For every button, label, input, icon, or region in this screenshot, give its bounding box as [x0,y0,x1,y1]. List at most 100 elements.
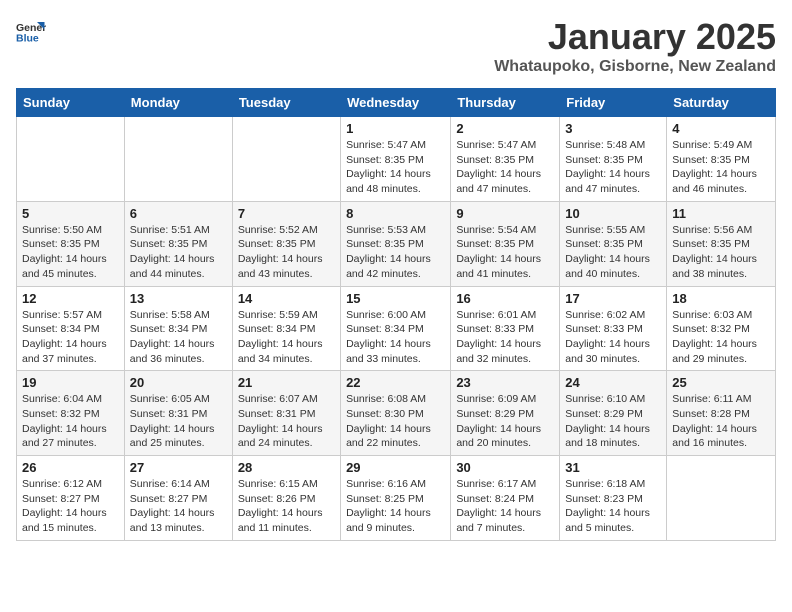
day-cell: 4 Sunrise: 5:49 AM Sunset: 8:35 PM Daylig… [667,117,776,202]
day-cell: 25 Sunrise: 6:11 AM Sunset: 8:28 PM Dayli… [667,371,776,456]
day-info: Sunrise: 6:10 AM Sunset: 8:29 PM Dayligh… [565,392,661,451]
day-number: 18 [672,291,770,306]
day-number: 12 [22,291,119,306]
day-cell: 3 Sunrise: 5:48 AM Sunset: 8:35 PM Daylig… [560,117,667,202]
weekday-header-row: SundayMondayTuesdayWednesdayThursdayFrid… [17,89,776,117]
weekday-header-saturday: Saturday [667,89,776,117]
day-cell: 8 Sunrise: 5:53 AM Sunset: 8:35 PM Daylig… [341,201,451,286]
day-info: Sunrise: 5:47 AM Sunset: 8:35 PM Dayligh… [346,138,445,197]
day-cell: 29 Sunrise: 6:16 AM Sunset: 8:25 PM Dayli… [341,456,451,541]
day-info: Sunrise: 6:03 AM Sunset: 8:32 PM Dayligh… [672,308,770,367]
day-cell: 28Sunrise: 6:15 AM Sunset: 8:26 PM Dayli… [232,456,340,541]
day-info: Sunrise: 6:09 AM Sunset: 8:29 PM Dayligh… [456,392,554,451]
day-info: Sunrise: 5:58 AM Sunset: 8:34 PM Dayligh… [130,308,227,367]
day-number: 23 [456,375,554,390]
day-cell: 20 Sunrise: 6:05 AM Sunset: 8:31 PM Dayli… [124,371,232,456]
day-cell: 14Sunrise: 5:59 AM Sunset: 8:34 PM Dayli… [232,286,340,371]
week-row-4: 19Sunrise: 6:04 AM Sunset: 8:32 PM Dayli… [17,371,776,456]
day-info: Sunrise: 6:12 AM Sunset: 8:27 PM Dayligh… [22,477,119,536]
svg-text:Blue: Blue [16,33,39,45]
day-info: Sunrise: 5:59 AM Sunset: 8:34 PM Dayligh… [238,308,335,367]
day-cell [232,117,340,202]
day-cell: 27Sunrise: 6:14 AM Sunset: 8:27 PM Dayli… [124,456,232,541]
day-info: Sunrise: 6:01 AM Sunset: 8:33 PM Dayligh… [456,308,554,367]
day-info: Sunrise: 6:05 AM Sunset: 8:31 PM Dayligh… [130,392,227,451]
day-number: 6 [130,206,227,221]
day-info: Sunrise: 6:00 AM Sunset: 8:34 PM Dayligh… [346,308,445,367]
day-number: 30 [456,460,554,475]
day-number: 22 [346,375,445,390]
day-cell: 24 Sunrise: 6:10 AM Sunset: 8:29 PM Dayli… [560,371,667,456]
day-number: 29 [346,460,445,475]
day-number: 8 [346,206,445,221]
day-info: Sunrise: 5:57 AM Sunset: 8:34 PM Dayligh… [22,308,119,367]
day-number: 11 [672,206,770,221]
day-info: Sunrise: 5:54 AM Sunset: 8:35 PM Dayligh… [456,223,554,282]
day-cell: 31Sunrise: 6:18 AM Sunset: 8:23 PM Dayli… [560,456,667,541]
location-title: Whataupoko, Gisborne, New Zealand [494,58,776,76]
weekday-header-thursday: Thursday [451,89,560,117]
day-number: 31 [565,460,661,475]
day-number: 7 [238,206,335,221]
day-info: Sunrise: 6:16 AM Sunset: 8:25 PM Dayligh… [346,477,445,536]
day-info: Sunrise: 5:53 AM Sunset: 8:35 PM Dayligh… [346,223,445,282]
day-number: 27 [130,460,227,475]
day-number: 25 [672,375,770,390]
day-cell: 12 Sunrise: 5:57 AM Sunset: 8:34 PM Dayli… [17,286,125,371]
day-number: 17 [565,291,661,306]
month-title: January 2025 [494,16,776,58]
day-info: Sunrise: 6:11 AM Sunset: 8:28 PM Dayligh… [672,392,770,451]
day-cell: 7Sunrise: 5:52 AM Sunset: 8:35 PM Daylig… [232,201,340,286]
day-number: 3 [565,121,661,136]
day-number: 20 [130,375,227,390]
weekday-header-sunday: Sunday [17,89,125,117]
week-row-2: 5 Sunrise: 5:50 AM Sunset: 8:35 PM Daylig… [17,201,776,286]
day-cell [667,456,776,541]
day-number: 9 [456,206,554,221]
day-number: 2 [456,121,554,136]
day-cell: 21 Sunrise: 6:07 AM Sunset: 8:31 PM Dayli… [232,371,340,456]
day-number: 21 [238,375,335,390]
day-info: Sunrise: 5:50 AM Sunset: 8:35 PM Dayligh… [22,223,119,282]
day-cell: 23 Sunrise: 6:09 AM Sunset: 8:29 PM Dayli… [451,371,560,456]
week-row-5: 26 Sunrise: 6:12 AM Sunset: 8:27 PM Dayli… [17,456,776,541]
day-info: Sunrise: 6:07 AM Sunset: 8:31 PM Dayligh… [238,392,335,451]
logo: General Blue [16,16,46,46]
day-info: Sunrise: 5:47 AM Sunset: 8:35 PM Dayligh… [456,138,554,197]
day-cell: 30Sunrise: 6:17 AM Sunset: 8:24 PM Dayli… [451,456,560,541]
day-number: 26 [22,460,119,475]
day-cell: 6 Sunrise: 5:51 AM Sunset: 8:35 PM Daylig… [124,201,232,286]
weekday-header-friday: Friday [560,89,667,117]
day-cell [124,117,232,202]
day-cell: 13Sunrise: 5:58 AM Sunset: 8:34 PM Dayli… [124,286,232,371]
week-row-3: 12 Sunrise: 5:57 AM Sunset: 8:34 PM Dayli… [17,286,776,371]
day-number: 1 [346,121,445,136]
day-cell: 2 Sunrise: 5:47 AM Sunset: 8:35 PM Daylig… [451,117,560,202]
day-cell: 11 Sunrise: 5:56 AM Sunset: 8:35 PM Dayli… [667,201,776,286]
day-info: Sunrise: 6:04 AM Sunset: 8:32 PM Dayligh… [22,392,119,451]
day-info: Sunrise: 6:08 AM Sunset: 8:30 PM Dayligh… [346,392,445,451]
day-info: Sunrise: 6:15 AM Sunset: 8:26 PM Dayligh… [238,477,335,536]
title-block: January 2025 Whataupoko, Gisborne, New Z… [494,16,776,76]
day-info: Sunrise: 5:55 AM Sunset: 8:35 PM Dayligh… [565,223,661,282]
day-number: 16 [456,291,554,306]
day-number: 5 [22,206,119,221]
day-info: Sunrise: 5:48 AM Sunset: 8:35 PM Dayligh… [565,138,661,197]
day-cell: 10Sunrise: 5:55 AM Sunset: 8:35 PM Dayli… [560,201,667,286]
weekday-header-monday: Monday [124,89,232,117]
day-cell: 16 Sunrise: 6:01 AM Sunset: 8:33 PM Dayli… [451,286,560,371]
day-cell: 17Sunrise: 6:02 AM Sunset: 8:33 PM Dayli… [560,286,667,371]
day-cell: 22 Sunrise: 6:08 AM Sunset: 8:30 PM Dayli… [341,371,451,456]
day-number: 4 [672,121,770,136]
weekday-header-tuesday: Tuesday [232,89,340,117]
calendar-table: SundayMondayTuesdayWednesdayThursdayFrid… [16,88,776,541]
day-info: Sunrise: 5:49 AM Sunset: 8:35 PM Dayligh… [672,138,770,197]
day-cell: 26 Sunrise: 6:12 AM Sunset: 8:27 PM Dayli… [17,456,125,541]
day-number: 24 [565,375,661,390]
weekday-header-wednesday: Wednesday [341,89,451,117]
day-cell [17,117,125,202]
page-header: General Blue January 2025 Whataupoko, Gi… [16,16,776,76]
day-info: Sunrise: 5:51 AM Sunset: 8:35 PM Dayligh… [130,223,227,282]
day-cell: 5 Sunrise: 5:50 AM Sunset: 8:35 PM Daylig… [17,201,125,286]
day-info: Sunrise: 5:56 AM Sunset: 8:35 PM Dayligh… [672,223,770,282]
